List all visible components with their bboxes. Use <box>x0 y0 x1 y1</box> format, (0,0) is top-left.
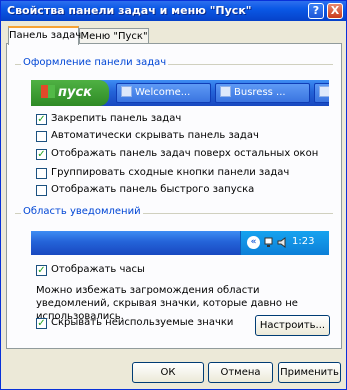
notification-area-legend: Область уведомлений <box>21 206 143 217</box>
taskbar-appearance-legend: Оформление панели задач <box>21 57 169 68</box>
cancel-button[interactable]: Отмена <box>208 362 273 383</box>
show-clock-label: Отображать часы <box>51 264 145 275</box>
taskbar-preview: пуск Welcome... Busress ... <box>31 80 329 106</box>
tab-taskbar-label: Панель задач <box>9 30 82 41</box>
quick-launch-label: Отображать панель быстрого запуска <box>51 184 255 195</box>
task-button-preview: Welcome... <box>116 83 211 103</box>
window-title: Свойства панели задач и меню "Пуск" <box>7 4 252 17</box>
windows-flag-icon <box>41 85 55 98</box>
group-buttons-checkbox[interactable] <box>36 168 47 179</box>
customize-button[interactable]: Настроить... <box>255 315 330 336</box>
notification-area-preview: « 1:23 <box>31 231 329 255</box>
help-button[interactable]: ? <box>308 3 324 19</box>
window-icon <box>121 86 132 97</box>
start-label: пуск <box>58 85 92 100</box>
window-icon <box>319 86 329 97</box>
task-button-label: Welcome... <box>135 87 191 98</box>
show-clock-checkbox[interactable]: ✓ <box>36 265 47 276</box>
apply-button[interactable]: Применить <box>278 362 341 383</box>
start-button-preview: пуск <box>31 80 109 106</box>
properties-window: Свойства панели задач и меню "Пуск" ? X … <box>0 0 347 390</box>
tab-panel: Оформление панели задач пуск Welcome... … <box>6 43 342 349</box>
chevron-left-icon: « <box>247 236 260 249</box>
hide-inactive-label: Скрывать неиспользуемые значки <box>51 317 234 328</box>
close-button[interactable]: X <box>327 3 343 19</box>
on-top-checkbox[interactable]: ✓ <box>36 149 47 160</box>
hide-inactive-checkbox[interactable]: ✓ <box>36 318 47 329</box>
network-icon <box>264 237 273 247</box>
task-button-label: Busress ... <box>234 87 286 98</box>
group-buttons-label: Группировать сходные кнопки панели задач <box>51 167 290 178</box>
quick-launch-checkbox[interactable] <box>36 185 47 196</box>
autohide-checkbox[interactable] <box>36 131 47 142</box>
title-bar[interactable]: Свойства панели задач и меню "Пуск" ? X <box>1 1 346 21</box>
system-tray: « 1:23 <box>240 231 329 255</box>
task-button-preview: Busress ... <box>215 83 310 103</box>
tab-start-menu-label: Меню "Пуск" <box>80 31 148 42</box>
lock-taskbar-checkbox[interactable]: ✓ <box>36 114 47 125</box>
window-icon <box>220 86 231 97</box>
tray-clock: 1:23 <box>292 236 315 247</box>
ok-button[interactable]: ОК <box>132 362 204 383</box>
lock-taskbar-label: Закрепить панель задач <box>51 113 182 124</box>
tab-taskbar[interactable]: Панель задач <box>8 26 82 45</box>
task-button-preview <box>314 83 329 103</box>
autohide-label: Автоматически скрывать панель задач <box>51 130 259 141</box>
on-top-label: Отображать панель задач поверх остальных… <box>51 148 319 159</box>
speaker-icon <box>277 237 286 248</box>
